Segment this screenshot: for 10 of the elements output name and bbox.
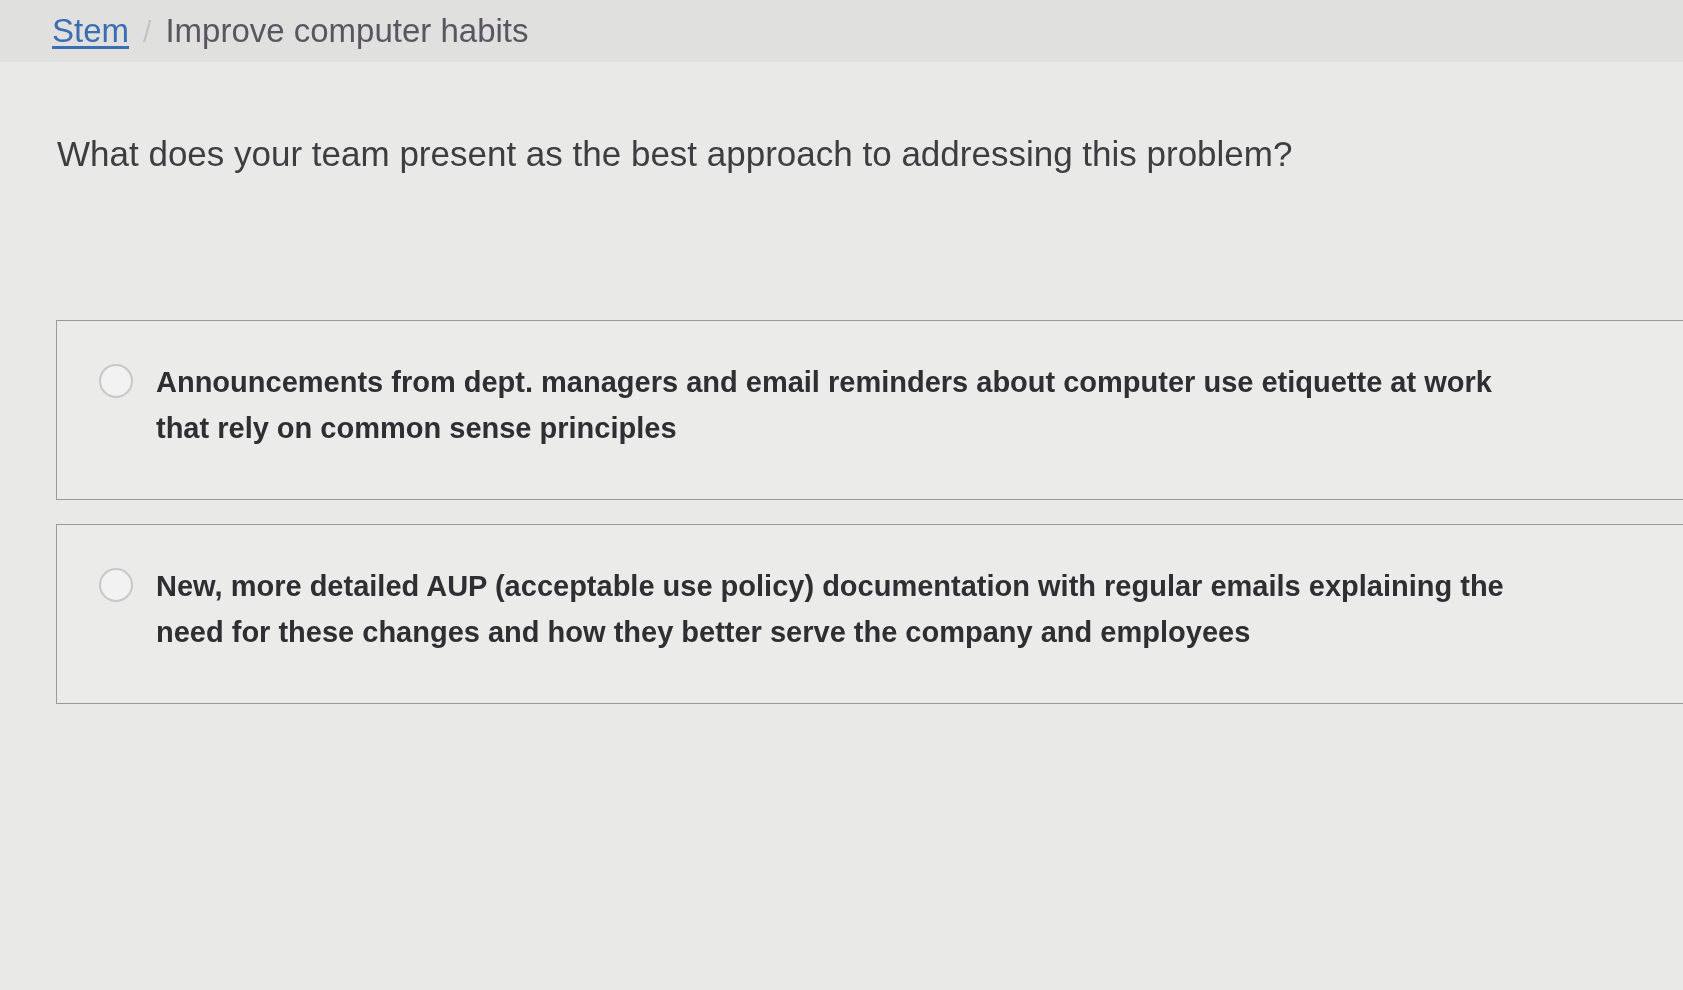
answer-option[interactable]: New, more detailed AUP (acceptable use policy) documentation with regular emails explaining the need for these changes and how they better serve the company and employees bbox=[56, 524, 1683, 704]
radio-button[interactable] bbox=[99, 364, 133, 398]
answer-option[interactable]: Announcements from dept. managers and email reminders about computer use etiquette at work that rely on common sense principles bbox=[56, 320, 1683, 500]
breadcrumb-current: Improve computer habits bbox=[165, 11, 529, 52]
option-text: New, more detailed AUP (acceptable use policy) documentation with regular emails explaining the need for these changes and how they better serve the company and employees bbox=[156, 569, 1505, 650]
question-text: What does your team present as the best approach to addressing this problem? bbox=[57, 133, 1293, 175]
breadcrumb-link[interactable]: Stem bbox=[52, 6, 130, 56]
breadcrumb-separator: / bbox=[143, 13, 152, 50]
radio-button[interactable] bbox=[99, 568, 133, 602]
option-text: Announcements from dept. managers and email reminders about computer use etiquette at work that rely on common sense principles bbox=[156, 365, 1493, 446]
